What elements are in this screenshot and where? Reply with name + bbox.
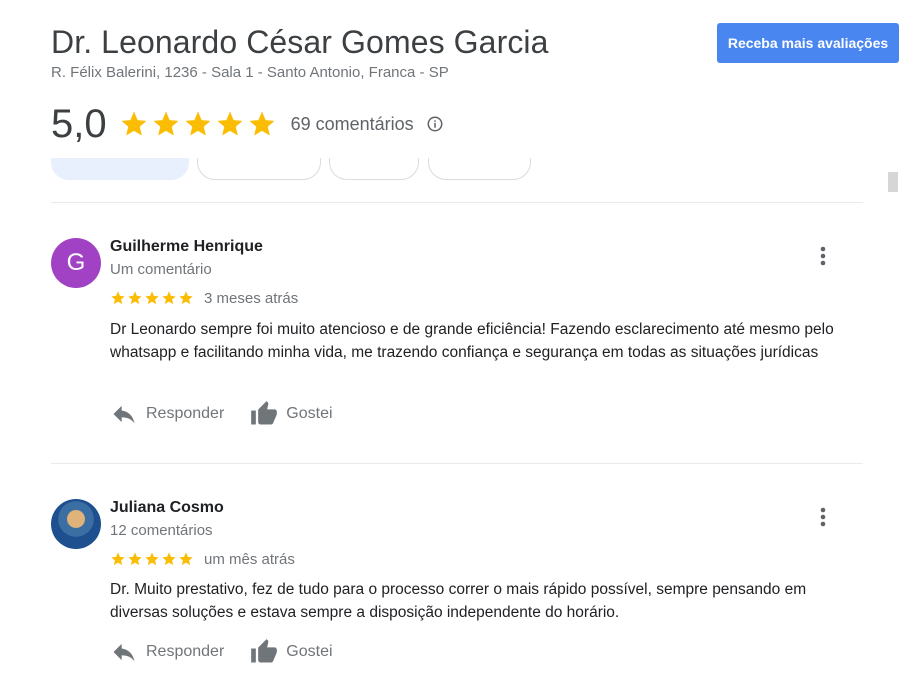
rating-summary: 5,0 69 comentários bbox=[51, 100, 444, 148]
reviewer-name[interactable]: Guilherme Henrique bbox=[110, 238, 263, 256]
review-meta: 3 meses atrás bbox=[110, 288, 298, 308]
page-title: Dr. Leonardo César Gomes Garcia bbox=[51, 24, 549, 60]
filter-chip[interactable] bbox=[428, 158, 531, 180]
filter-chip[interactable] bbox=[51, 158, 189, 180]
review-stars bbox=[110, 290, 194, 306]
like-button[interactable]: Gostei bbox=[250, 638, 333, 666]
star-icon bbox=[111, 291, 125, 305]
filter-chip[interactable] bbox=[197, 158, 321, 180]
get-more-reviews-button[interactable]: Receba mais avaliações bbox=[717, 23, 899, 63]
star-icon bbox=[185, 111, 211, 136]
like-label: Gostei bbox=[286, 643, 333, 660]
review-actions: Responder Gostei bbox=[110, 637, 359, 667]
reply-label: Responder bbox=[146, 405, 225, 422]
thumbs-up-icon bbox=[251, 401, 278, 425]
reply-label: Responder bbox=[146, 643, 225, 660]
review-meta: um mês atrás bbox=[110, 549, 295, 569]
rating-stars bbox=[119, 109, 277, 139]
review-text: Dr Leonardo sempre foi muito atencioso e… bbox=[110, 321, 834, 361]
star-icon bbox=[153, 111, 179, 136]
like-label: Gostei bbox=[286, 405, 333, 422]
star-icon bbox=[128, 552, 142, 566]
star-icon bbox=[162, 291, 176, 305]
star-icon bbox=[249, 111, 275, 136]
reviewer-review-count: 12 comentários bbox=[110, 522, 213, 539]
avatar[interactable]: G bbox=[51, 238, 101, 288]
like-button[interactable]: Gostei bbox=[250, 400, 333, 428]
more-options-icon[interactable] bbox=[813, 244, 833, 268]
star-icon bbox=[179, 552, 193, 566]
avatar[interactable] bbox=[51, 499, 101, 549]
scrollbar-thumb[interactable] bbox=[888, 172, 898, 192]
review-stars bbox=[110, 551, 194, 567]
thumbs-up-icon bbox=[251, 639, 278, 663]
review-card: Juliana Cosmo 12 comentários um mês atrá… bbox=[51, 499, 863, 679]
star-icon bbox=[121, 111, 147, 136]
reply-button[interactable]: Responder bbox=[110, 638, 224, 666]
star-icon bbox=[111, 552, 125, 566]
star-icon bbox=[179, 291, 193, 305]
reply-icon bbox=[113, 405, 135, 424]
business-address: R. Félix Balerini, 1236 - Sala 1 - Santo… bbox=[51, 64, 449, 81]
review-count: 69 comentários bbox=[290, 113, 414, 134]
reply-icon bbox=[113, 643, 135, 662]
filter-chip[interactable] bbox=[329, 158, 419, 180]
filter-chips bbox=[51, 158, 651, 180]
star-icon bbox=[162, 552, 176, 566]
divider bbox=[51, 202, 863, 203]
rating-value: 5,0 bbox=[51, 101, 107, 146]
review-date: 3 meses atrás bbox=[204, 289, 299, 307]
star-icon bbox=[145, 291, 159, 305]
divider bbox=[51, 463, 863, 464]
review-text: Dr. Muito prestativo, fez de tudo para o… bbox=[110, 581, 807, 621]
more-options-icon[interactable] bbox=[813, 505, 833, 529]
reviewer-review-count: Um comentário bbox=[110, 261, 212, 278]
review-actions: Responder Gostei bbox=[110, 399, 359, 429]
star-icon bbox=[128, 291, 142, 305]
star-icon bbox=[217, 111, 243, 136]
review-date: um mês atrás bbox=[204, 550, 295, 568]
review-card: G Guilherme Henrique Um comentário 3 mes… bbox=[51, 238, 863, 438]
reviewer-name[interactable]: Juliana Cosmo bbox=[110, 499, 224, 517]
info-icon[interactable] bbox=[426, 115, 444, 133]
star-icon bbox=[145, 552, 159, 566]
reply-button[interactable]: Responder bbox=[110, 400, 224, 428]
